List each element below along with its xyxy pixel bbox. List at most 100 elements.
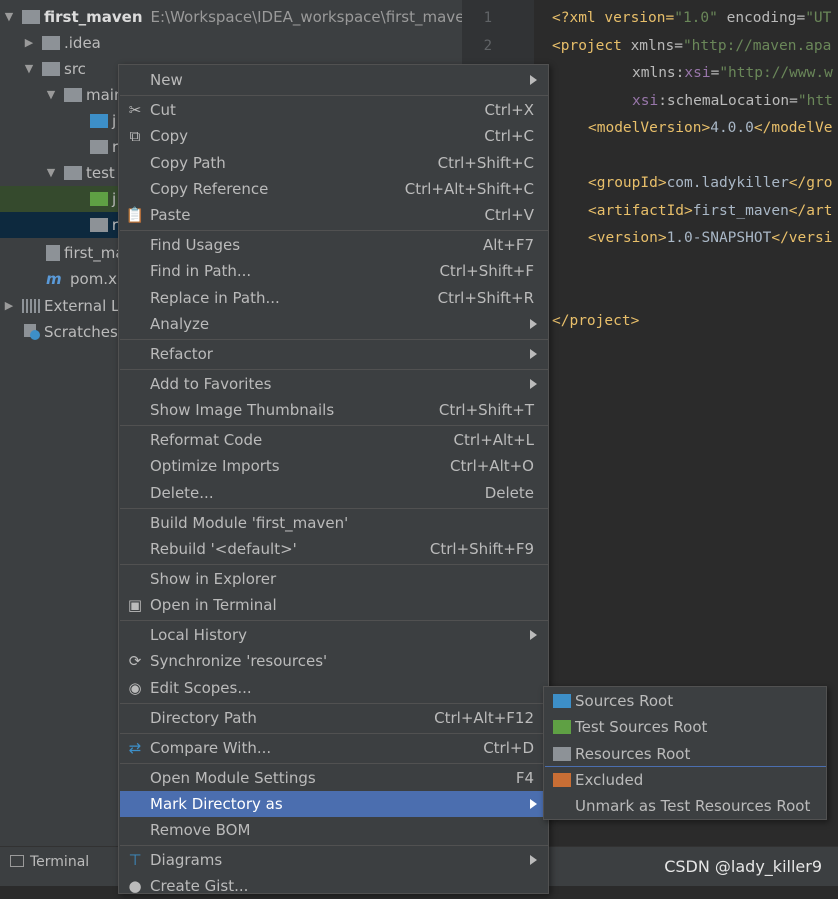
submenu-item-excluded[interactable]: Excluded [545,767,826,793]
menu-item-rebuild[interactable]: Rebuild '<default>' Ctrl+Shift+F9 [120,536,548,562]
tree-item-external-libraries[interactable]: ▶ External Li [2,293,124,319]
menu-item-synchronize[interactable]: ⟳ Synchronize 'resources' [120,648,548,674]
submenu-item-resources-root[interactable]: Resources Root [545,741,826,767]
submenu-label: Sources Root [575,692,674,710]
menu-item-optimize-imports[interactable]: Optimize Imports Ctrl+Alt+O [120,453,548,479]
menu-separator [120,425,548,426]
menu-separator [120,763,548,764]
project-path: E:\Workspace\IDEA_workspace\first_maven [150,8,474,26]
menu-item-cut[interactable]: ✂ Cut Ctrl+X [120,97,548,123]
menu-item-analyze[interactable]: Analyze [120,311,548,337]
module-folder-icon [22,10,40,24]
submenu-label: Test Sources Root [575,718,708,736]
menu-item-delete[interactable]: Delete... Delete [120,480,548,506]
code-token: "http://www.w [719,65,833,81]
menu-item-mark-directory-as[interactable]: Mark Directory as [120,791,548,817]
expand-arrow-icon[interactable]: ▼ [44,166,58,180]
expand-arrow-icon[interactable]: ▼ [22,62,36,76]
resources-folder-icon [90,140,108,154]
menu-item-edit-scopes[interactable]: ◉ Edit Scopes... [120,675,548,701]
menu-separator [120,845,548,846]
menu-item-refactor[interactable]: Refactor [120,341,548,367]
menu-label: Show in Explorer [150,570,277,588]
menu-item-remove-bom[interactable]: Remove BOM [120,817,548,843]
code-token: 4.0.0 [710,120,754,136]
menu-item-copy-reference[interactable]: Copy Reference Ctrl+Alt+Shift+C [120,176,548,202]
menu-item-new[interactable]: New [120,67,548,93]
tree-item-test-resources[interactable]: r [0,212,118,238]
menu-label: Remove BOM [150,821,251,839]
terminal-tool-button[interactable]: Terminal [10,854,89,870]
menu-item-local-history[interactable]: Local History [120,622,548,648]
tree-item-src[interactable]: ▼ src [22,56,86,82]
code-line: <project xmlns="http://maven.apa [552,38,831,54]
maven-file-icon: m [46,270,62,288]
menu-shortcut: Ctrl+C [484,127,534,145]
tree-item-iml[interactable]: first_ma [44,240,125,266]
expand-arrow-icon[interactable]: ▼ [2,10,16,24]
menu-item-find-usages[interactable]: Find Usages Alt+F7 [120,232,548,258]
menu-label: Copy Reference [150,180,269,198]
code-line: <artifactId>first_maven</art [588,203,832,219]
tree-item-main[interactable]: ▼ main [44,82,124,108]
menu-item-replace-in-path[interactable]: Replace in Path... Ctrl+Shift+R [120,285,548,311]
submenu-arrow-icon [530,349,537,359]
test-resources-folder-icon [90,218,108,232]
submenu-item-sources-root[interactable]: Sources Root [545,688,826,714]
submenu-label: Resources Root [575,745,691,763]
tree-item-main-java[interactable]: j [88,108,116,134]
menu-item-copy[interactable]: ⧉ Copy Ctrl+C [120,123,548,149]
line-number: 1 [483,10,492,26]
menu-item-diagrams[interactable]: ⊤ Diagrams [120,847,548,873]
menu-label: Analyze [150,315,210,333]
menu-label: Local History [150,626,248,644]
menu-shortcut: Ctrl+Shift+C [437,154,534,172]
submenu-item-unmark[interactable]: Unmark as Test Resources Root [545,793,826,819]
menu-item-add-to-favorites[interactable]: Add to Favorites [120,371,548,397]
menu-item-open-in-terminal[interactable]: ▣ Open in Terminal [120,592,548,618]
menu-item-compare-with[interactable]: ⇄ Compare With... Ctrl+D [120,735,548,761]
menu-item-find-in-path[interactable]: Find in Path... Ctrl+Shift+F [120,258,548,284]
menu-label: Directory Path [150,709,257,727]
expand-arrow-icon[interactable]: ▼ [44,88,58,102]
collapse-arrow-icon[interactable]: ▶ [2,299,16,313]
menu-item-open-module-settings[interactable]: Open Module Settings F4 [120,765,548,791]
menu-label: Optimize Imports [150,457,280,475]
code-token: <artifactId> [588,203,693,219]
folder-icon [42,36,60,50]
menu-label: Show Image Thumbnails [150,401,335,419]
code-line: xsi:schemaLocation="htt [632,93,833,109]
tree-item-test-java[interactable]: j [0,186,118,212]
menu-item-create-gist[interactable]: ● Create Gist... [120,873,548,899]
tree-item-main-resources[interactable]: r [88,134,118,160]
excluded-folder-icon [553,773,571,787]
menu-item-paste[interactable]: 📋 Paste Ctrl+V [120,202,548,228]
tree-item-pom[interactable]: m pom.xr [44,266,123,292]
code-token: xmlns= [621,38,683,54]
scratches-icon [22,324,40,340]
menu-label: Find in Path... [150,262,252,280]
tree-item-scratches[interactable]: Scratches [20,319,118,345]
context-menu: New ✂ Cut Ctrl+X ⧉ Copy Ctrl+C Copy Path… [118,64,549,895]
menu-label: Synchronize 'resources' [150,652,328,670]
menu-item-build-module[interactable]: Build Module 'first_maven' [120,510,548,536]
menu-item-show-thumbnails[interactable]: Show Image Thumbnails Ctrl+Shift+T [120,397,548,423]
menu-item-show-in-explorer[interactable]: Show in Explorer [120,566,548,592]
code-token: xsi [684,65,711,81]
submenu-arrow-icon [530,379,537,389]
diagram-icon: ⊤ [128,851,142,869]
code-token: <?xml version= [552,10,675,26]
menu-item-directory-path[interactable]: Directory Path Ctrl+Alt+F12 [120,705,548,731]
folder-icon [64,88,82,102]
menu-item-reformat-code[interactable]: Reformat Code Ctrl+Alt+L [120,427,548,453]
menu-item-copy-path[interactable]: Copy Path Ctrl+Shift+C [120,150,548,176]
collapse-arrow-icon[interactable]: ▶ [22,36,36,50]
tree-item-root[interactable]: ▼ first_maven E:\Workspace\IDEA_workspac… [2,4,474,30]
menu-separator [120,369,548,370]
tree-item-test[interactable]: ▼ test [44,160,115,186]
code-line: <?xml version="1.0" encoding="UT [552,10,831,26]
menu-separator [120,508,548,509]
tree-label: External Li [44,297,124,315]
tree-item-idea[interactable]: ▶ .idea [22,30,101,56]
submenu-item-test-sources-root[interactable]: Test Sources Root [545,714,826,740]
